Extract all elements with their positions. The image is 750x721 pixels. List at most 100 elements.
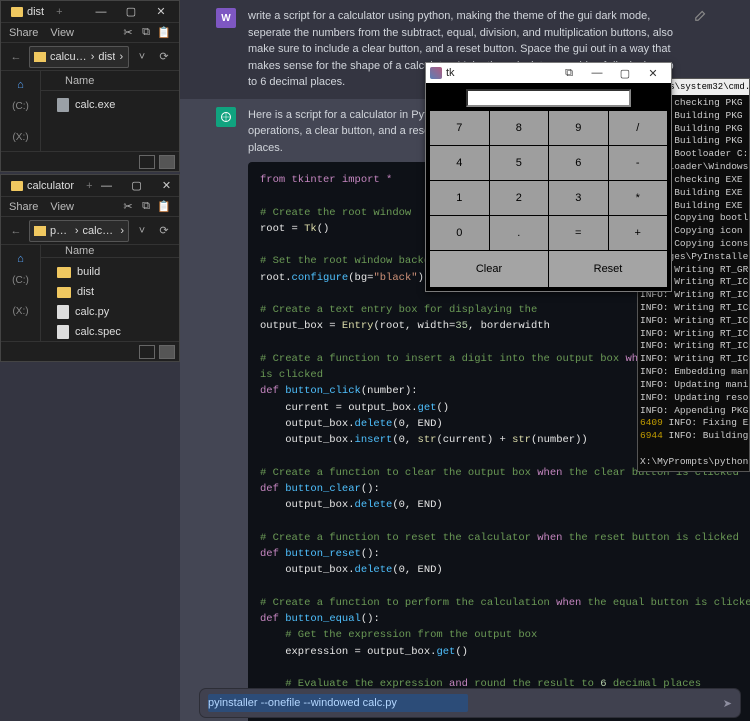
list-item[interactable]: dist xyxy=(41,282,179,302)
breadcrumb-segment[interactable]: calcu… xyxy=(83,225,117,237)
paste-icon[interactable]: 📋 xyxy=(157,26,171,40)
code-line: # Create the root window xyxy=(260,207,411,219)
new-tab-icon[interactable]: + xyxy=(56,6,62,18)
menu-view[interactable]: View xyxy=(50,201,74,213)
send-icon[interactable]: ➤ xyxy=(723,697,732,710)
explorer-dist-window[interactable]: dist + — ▢ ✕ Share View ✂ ⧉ 📋 ← calcu… ›… xyxy=(0,0,180,172)
code-line: when xyxy=(537,532,562,544)
explorer-navpane[interactable]: ⌂ (C:) (X:) xyxy=(1,245,41,341)
list-item[interactable]: calc.spec xyxy=(41,322,179,342)
cut-icon[interactable]: ✂ xyxy=(121,26,135,40)
calc-key-0[interactable]: 0 xyxy=(430,216,489,250)
details-view-icon[interactable] xyxy=(139,345,155,359)
close-button[interactable]: ✕ xyxy=(639,64,667,82)
minimize-button[interactable]: — xyxy=(93,176,121,196)
drive-x[interactable]: (X:) xyxy=(12,306,28,317)
explorer-dist-tab[interactable]: dist xyxy=(5,4,50,20)
menu-share[interactable]: Share xyxy=(9,201,38,213)
folder-icon xyxy=(11,181,23,191)
calc-reset-button[interactable]: Reset xyxy=(549,251,667,287)
minimize-button[interactable]: — xyxy=(87,2,115,22)
calc-display[interactable] xyxy=(466,89,632,107)
home-icon[interactable]: ⌂ xyxy=(17,253,24,265)
maximize-button[interactable]: ▢ xyxy=(117,2,145,22)
code-line: def xyxy=(260,385,285,397)
code-line: def xyxy=(260,548,285,560)
copy-icon[interactable]: ⧉ xyxy=(139,26,153,40)
code-line: Tk xyxy=(304,223,317,235)
breadcrumb-segment[interactable]: dist xyxy=(98,51,115,63)
details-view-icon[interactable] xyxy=(139,155,155,169)
breadcrumb[interactable]: calcu… › dist › xyxy=(29,46,129,68)
refresh-icon[interactable]: ⟳ xyxy=(155,48,173,66)
calc-key-2[interactable]: 2 xyxy=(490,181,549,215)
code-line: "black" xyxy=(373,272,417,284)
calc-key-7[interactable]: 7 xyxy=(430,111,489,145)
calc-key-dot[interactable]: . xyxy=(490,216,549,250)
file-name: calc.spec xyxy=(75,326,121,338)
copy-icon[interactable]: ⧉ xyxy=(139,200,153,214)
drive-c[interactable]: (C:) xyxy=(12,275,29,286)
screenshot-icon[interactable]: ⧉ xyxy=(555,64,583,82)
minimize-button[interactable]: — xyxy=(583,64,611,82)
maximize-button[interactable]: ▢ xyxy=(123,176,151,196)
tiles-view-icon[interactable] xyxy=(159,155,175,169)
calc-key-equals[interactable]: = xyxy=(549,216,608,250)
breadcrumb-segment[interactable]: calcu… xyxy=(50,51,87,63)
home-icon[interactable]: ⌂ xyxy=(17,79,24,91)
calc-key-1[interactable]: 1 xyxy=(430,181,489,215)
refresh-icon[interactable]: ⟳ xyxy=(155,222,173,240)
drive-x[interactable]: (X:) xyxy=(12,132,28,143)
code-line: 35 xyxy=(455,320,468,332)
breadcrumb[interactable]: py… › calcu… › xyxy=(29,220,129,242)
breadcrumb-segment[interactable]: py… xyxy=(50,225,71,237)
calc-key-9[interactable]: 9 xyxy=(549,111,608,145)
calc-key-minus[interactable]: - xyxy=(609,146,668,180)
calc-clear-button[interactable]: Clear xyxy=(430,251,548,287)
chevron-down-icon[interactable]: ˅ xyxy=(133,48,151,66)
menu-share[interactable]: Share xyxy=(9,27,38,39)
back-arrow-icon[interactable]: ← xyxy=(7,222,25,240)
cut-icon[interactable]: ✂ xyxy=(121,200,135,214)
code-line: # Create a function to perform the calcu… xyxy=(260,597,556,609)
calc-key-3[interactable]: 3 xyxy=(549,181,608,215)
calc-key-plus[interactable]: + xyxy=(609,216,668,250)
calc-key-6[interactable]: 6 xyxy=(549,146,608,180)
explorer-calc-tab[interactable]: calculator xyxy=(5,178,80,194)
tk-calculator-window[interactable]: tk ⧉ — ▢ ✕ 7 8 9 / 4 5 6 - 1 2 3 * 0 . =… xyxy=(425,62,672,292)
chat-input-text[interactable]: pyinstaller --onefile --windowed calc.py xyxy=(208,697,723,709)
explorer-calc-title: calculator xyxy=(27,180,74,192)
calc-key-divide[interactable]: / xyxy=(609,111,668,145)
back-arrow-icon[interactable]: ← xyxy=(7,48,25,66)
calc-key-5[interactable]: 5 xyxy=(490,146,549,180)
user-avatar: W xyxy=(216,8,236,28)
maximize-button[interactable]: ▢ xyxy=(611,64,639,82)
code-line: root. xyxy=(260,272,292,284)
tk-titlebar[interactable]: tk ⧉ — ▢ ✕ xyxy=(426,63,671,83)
calc-key-multiply[interactable]: * xyxy=(609,181,668,215)
calc-key-4[interactable]: 4 xyxy=(430,146,489,180)
list-item[interactable]: calc.py xyxy=(41,302,179,322)
explorer-navpane[interactable]: ⌂ (C:) (X:) xyxy=(1,71,41,151)
code-line: button_equal xyxy=(285,613,361,625)
chevron-down-icon[interactable]: ˅ xyxy=(133,222,151,240)
column-header-name[interactable]: Name xyxy=(41,71,179,91)
explorer-calc-titlebar[interactable]: calculator + — ▢ ✕ xyxy=(1,175,179,197)
list-item[interactable]: calc.exe xyxy=(41,95,179,115)
code-line: output_box. xyxy=(260,418,355,430)
close-button[interactable]: ✕ xyxy=(147,2,175,22)
chat-input[interactable]: pyinstaller --onefile --windowed calc.py… xyxy=(200,689,740,717)
tiles-view-icon[interactable] xyxy=(159,345,175,359)
explorer-dist-titlebar[interactable]: dist + — ▢ ✕ xyxy=(1,1,179,23)
code-line: (0, END) xyxy=(392,418,442,430)
code-line: # Create a text entry box for displaying… xyxy=(260,304,537,316)
column-header-name[interactable]: Name xyxy=(41,245,179,258)
paste-icon[interactable]: 📋 xyxy=(157,200,171,214)
code-line: def xyxy=(260,613,285,625)
calc-key-8[interactable]: 8 xyxy=(490,111,549,145)
list-item[interactable]: build xyxy=(41,262,179,282)
explorer-calculator-window[interactable]: calculator + — ▢ ✕ Share View ✂ ⧉ 📋 ← py… xyxy=(0,174,180,362)
close-button[interactable]: ✕ xyxy=(153,176,181,196)
menu-view[interactable]: View xyxy=(50,27,74,39)
drive-c[interactable]: (C:) xyxy=(12,101,29,112)
